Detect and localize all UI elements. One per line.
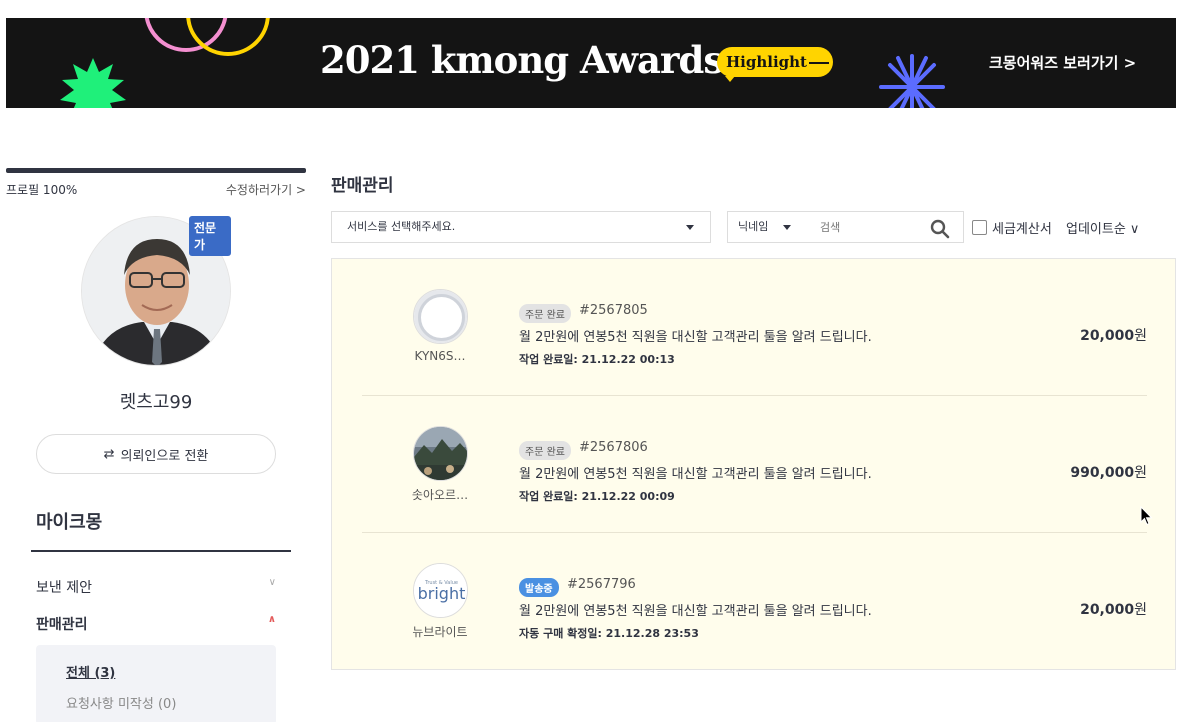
order-row[interactable]: Trust & Value bright 뉴브라이트 발송중 #2567796 … [362, 533, 1147, 670]
buyer-avatar [413, 289, 468, 344]
profile-nickname: 렛츠고99 [119, 392, 193, 413]
profile-sidebar: 프로필 100% 수정하러가기 > 전문가 렛츠고99 ⇄ 의뢰인으로 전환 마… [6, 168, 306, 722]
order-row[interactable]: 솟아오르… 주문 완료 #2567806 월 2만원에 연봉5천 직원을 대신할… [362, 396, 1147, 533]
price-amount: 990,000 [1070, 465, 1135, 481]
mouse-cursor-icon [1140, 506, 1153, 526]
order-price: 990,000원 [1070, 462, 1147, 482]
dropdown-caret-icon [783, 225, 791, 230]
price-currency: 원 [1134, 328, 1147, 344]
banner-title: 2021 kmong Awards [320, 38, 724, 82]
search-type-value: 닉네임 [738, 220, 769, 233]
sidebar-item-sent-offers[interactable]: 보낸 제안 ∨ [36, 577, 276, 597]
service-title[interactable]: 월 2만원에 연봉5천 직원을 대신할 고객관리 툴을 알려 드립니다. [519, 600, 872, 619]
tax-invoice-filter[interactable]: 세금계산서 [972, 218, 1052, 237]
switch-to-client-button[interactable]: ⇄ 의뢰인으로 전환 [36, 434, 276, 474]
order-number: #2567806 [579, 440, 648, 455]
status-badge: 발송중 [519, 578, 559, 597]
sort-dropdown[interactable]: 업데이트순 ∨ [1066, 218, 1139, 237]
buyer-name: 뉴브라이트 [412, 625, 468, 639]
order-date: 작업 완료일: 21.12.22 00:13 [519, 353, 675, 366]
search-icon[interactable] [930, 219, 950, 239]
order-number: #2567796 [567, 577, 636, 592]
service-select-value: 서비스를 선택해주세요. [347, 220, 456, 233]
highlight-label: Highlight [726, 53, 807, 71]
search-type-select[interactable]: 닉네임 [727, 211, 806, 243]
service-title[interactable]: 월 2만원에 연봉5천 직원을 대신할 고객관리 툴을 알려 드립니다. [519, 463, 872, 482]
order-number: #2567805 [579, 303, 648, 318]
submenu-item-all[interactable]: 전체 (3) [66, 662, 115, 681]
switch-button-label: 의뢰인으로 전환 [120, 448, 209, 464]
awards-banner[interactable]: 2021 kmong Awards Highlight 크몽어워즈 보러가기 > [6, 18, 1176, 108]
order-row[interactable]: KYN6S… 주문 완료 #2567805 월 2만원에 연봉5천 직원을 대신… [362, 259, 1147, 396]
search-input[interactable] [805, 212, 915, 242]
mykmong-section-title: 마이크몽 [36, 512, 103, 533]
highlight-badge: Highlight [717, 47, 833, 82]
order-date: 작업 완료일: 21.12.22 00:09 [519, 490, 675, 503]
buyer-avatar [413, 426, 468, 481]
order-date: 자동 구매 확정일: 21.12.28 23:53 [519, 627, 699, 640]
order-price: 20,000원 [1080, 325, 1147, 345]
expert-badge: 전문가 [189, 216, 231, 256]
page-title: 판매관리 [331, 176, 394, 196]
bright-logo: Trust & Value bright [414, 564, 467, 617]
chevron-up-icon: ∧ [267, 614, 276, 625]
price-currency: 원 [1134, 465, 1147, 481]
dropdown-caret-icon [686, 225, 694, 230]
bright-logo-word: bright [418, 584, 466, 603]
profile-progress-bar [6, 168, 306, 173]
sales-submenu: 전체 (3) 요청사항 미작성 (0) [36, 645, 276, 722]
chevron-down-icon: ∨ [268, 577, 276, 588]
tax-invoice-label: 세금계산서 [992, 222, 1052, 237]
profile-avatar-wrap: 전문가 [81, 216, 231, 366]
submenu-item-request-missing[interactable]: 요청사항 미작성 (0) [66, 693, 176, 712]
buyer-avatar: Trust & Value bright [413, 563, 468, 618]
service-select[interactable]: 서비스를 선택해주세요. [331, 211, 711, 243]
price-amount: 20,000 [1080, 328, 1135, 344]
swap-icon: ⇄ [103, 446, 115, 462]
price-amount: 20,000 [1080, 602, 1135, 618]
tax-invoice-checkbox[interactable] [972, 220, 987, 235]
status-badge: 주문 완료 [519, 304, 571, 323]
sidebar-item-label: 판매관리 [36, 617, 88, 633]
search-box [805, 211, 964, 243]
order-list: KYN6S… 주문 완료 #2567805 월 2만원에 연봉5천 직원을 대신… [331, 258, 1176, 670]
sidebar-item-label: 보낸 제안 [36, 580, 92, 596]
order-price: 20,000원 [1080, 599, 1147, 619]
sidebar-item-sales[interactable]: 판매관리 ∧ [36, 614, 276, 634]
section-divider [31, 550, 291, 552]
service-title[interactable]: 월 2만원에 연봉5천 직원을 대신할 고객관리 툴을 알려 드립니다. [519, 326, 872, 345]
profile-progress-label: 프로필 100% [6, 183, 78, 197]
price-currency: 원 [1134, 602, 1147, 618]
default-user-icon [414, 290, 467, 343]
buyer-name: KYN6S… [414, 349, 466, 363]
buyer-name: 솟아오르… [411, 488, 469, 502]
status-badge: 주문 완료 [519, 441, 571, 460]
buyer-photo [414, 427, 467, 480]
awards-link[interactable]: 크몽어워즈 보러가기 > [989, 52, 1136, 73]
edit-profile-link[interactable]: 수정하러가기 > [226, 181, 306, 198]
